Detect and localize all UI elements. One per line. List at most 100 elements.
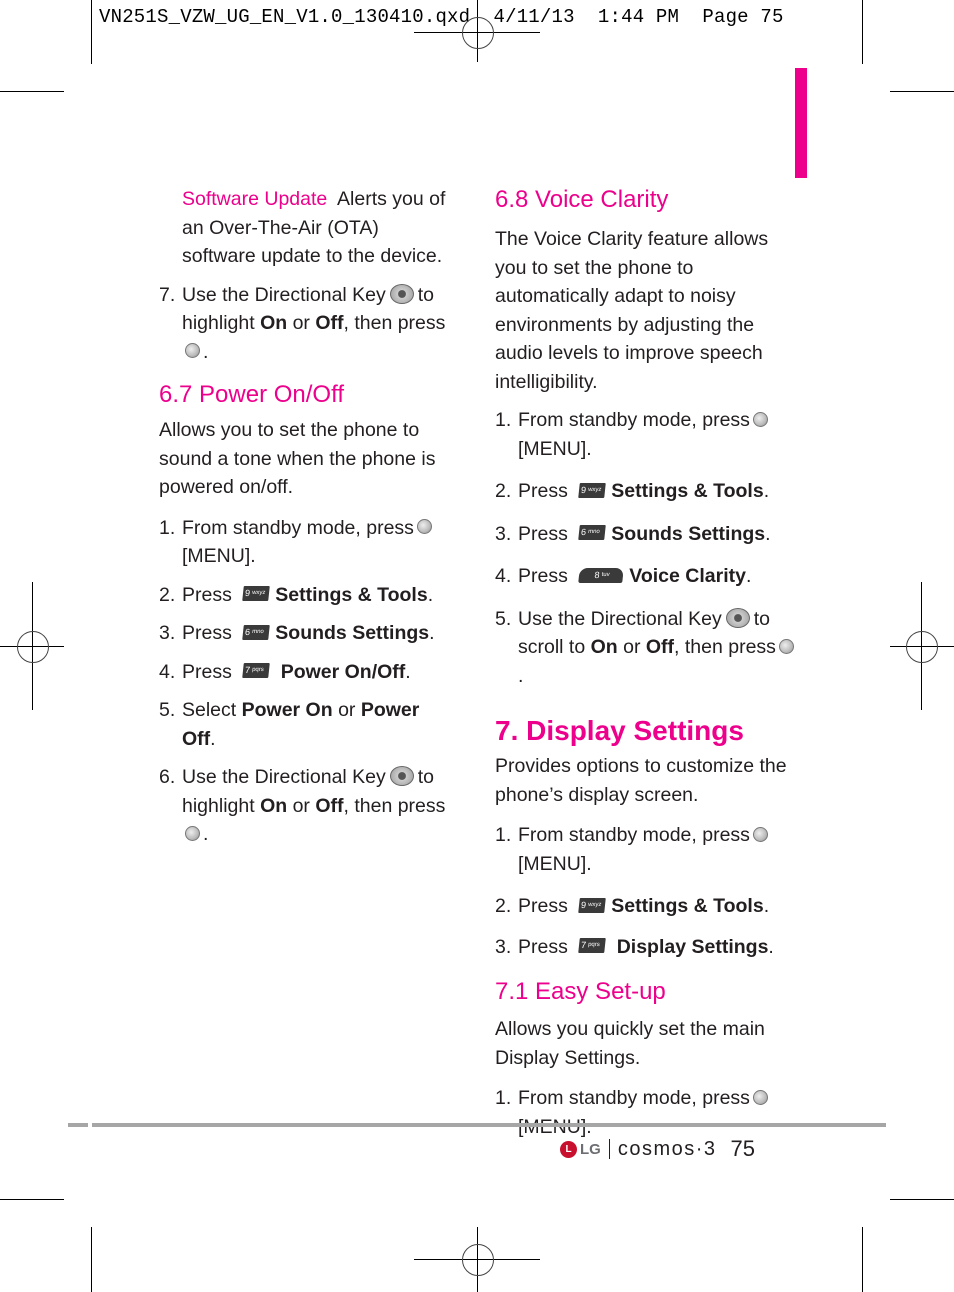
step-text: .: [203, 340, 209, 363]
option-off: Off: [645, 636, 675, 658]
ok-key-icon: [752, 826, 768, 842]
page-footer: L LG cosmos·3 75: [560, 1134, 755, 1164]
option-on: On: [590, 636, 618, 658]
registration-mark: [462, 1244, 494, 1276]
step-item: 1. From standby mode, press [MENU].: [495, 406, 800, 463]
section-heading-voice-clarity: 6.8 Voice Clarity: [495, 186, 669, 213]
step-text: .: [405, 660, 411, 683]
step-text: , then press: [343, 312, 446, 334]
step-text: .: [518, 664, 524, 687]
step-number: 5.: [159, 699, 176, 721]
key-6-icon: 6mno: [242, 624, 271, 640]
key-6-icon: 6mno: [578, 525, 607, 541]
key-9-icon: 9wxyz: [578, 897, 607, 913]
menu-item-name: Voice Clarity: [629, 565, 746, 587]
step-text: Press: [182, 622, 232, 644]
step-text: or: [623, 636, 641, 658]
section-intro: Allows you to set the phone to sound a t…: [159, 419, 436, 498]
step-text: Use the Directional Key: [182, 283, 386, 306]
step-number: 2.: [495, 480, 512, 502]
step-number: 4.: [495, 565, 512, 587]
step-number: 1.: [495, 1087, 512, 1109]
option-on: On: [260, 312, 288, 334]
key-letters: wxyz: [252, 590, 267, 597]
step-text: .: [768, 935, 774, 958]
step-item: 3. Press 6mno Sounds Settings.: [495, 520, 800, 549]
key-digit: 9: [580, 899, 587, 910]
section-heading-power-on-off: 6.7 Power On/Off: [159, 381, 344, 408]
step-text: , then press: [674, 636, 776, 658]
step-text: Press: [518, 565, 568, 587]
step-item: 1. From standby mode, press [MENU].: [495, 1084, 800, 1141]
key-7-icon: 7pqrs: [242, 663, 271, 679]
step-text: .: [429, 622, 435, 644]
step-item: 2. Press 9wxyz Settings & Tools.: [495, 892, 800, 921]
step-number: 3.: [159, 622, 176, 644]
ok-key-icon: [752, 411, 768, 427]
slug-date: 4/11/13: [493, 6, 575, 28]
step-item: 5. Use the Directional Key to scroll to O…: [495, 605, 800, 691]
step-number: 3.: [495, 522, 512, 545]
step-text: , then press: [343, 794, 446, 817]
menu-item-name: Display Settings: [616, 935, 769, 958]
registration-mark: [462, 17, 494, 49]
key-letters: wxyz: [588, 486, 603, 493]
slug-page: Page 75: [702, 6, 784, 28]
step-text: Use the Directional Key: [518, 607, 722, 630]
slug-line: VN251S_VZW_UG_EN_V1.0_130410.qxd 4/11/13…: [99, 6, 784, 28]
crop-mark: [91, 1227, 92, 1292]
key-digit: 9: [580, 484, 587, 495]
step-text: Use the Directional Key: [182, 766, 386, 788]
ok-key-icon: [185, 343, 200, 359]
ok-key-icon: [416, 519, 432, 535]
step-item: 5. Select Power On or Power Off.: [159, 696, 449, 753]
step-text: Press: [182, 583, 232, 606]
menu-item-name: Settings & Tools: [275, 583, 428, 606]
chapter-heading-display-settings: 7. Display Settings: [495, 715, 744, 746]
step-number: 1.: [495, 824, 512, 846]
key-letters: pqrs: [588, 942, 601, 949]
key-letters: pqrs: [252, 667, 265, 674]
step-item: 1. From standby mode, press [MENU].: [495, 821, 800, 878]
option-power-on: Power On: [241, 699, 333, 721]
step-item: 3. Press 6mno Sounds Settings.: [159, 619, 449, 648]
step-number: 1.: [159, 516, 176, 539]
software-update-term: Software Update: [182, 188, 328, 210]
key-9-icon: 9wxyz: [242, 586, 271, 602]
menu-item-name: Sounds Settings: [611, 522, 766, 545]
step-text: Press: [182, 660, 232, 683]
registration-mark: [906, 631, 938, 663]
step-number: 2.: [495, 895, 512, 917]
step-text: .: [427, 583, 434, 606]
directional-key-icon: [389, 766, 414, 787]
step-text: From standby mode, press: [518, 824, 750, 846]
footer-separator: [608, 1139, 610, 1159]
step-item: 4. Press 8tuv Voice Clarity.: [495, 562, 800, 591]
key-letters: mno: [588, 529, 601, 536]
step-number: 6.: [159, 766, 176, 788]
step-text: .: [765, 522, 771, 545]
section-intro: The Voice Clarity feature allows you to …: [495, 228, 769, 393]
key-digit: 7: [244, 665, 251, 676]
lg-logo-icon: L: [560, 1140, 577, 1158]
key-digit: 7: [580, 940, 587, 951]
ok-key-icon: [778, 638, 794, 654]
key-letters: tuv: [601, 571, 611, 578]
ok-key-icon: [752, 1089, 768, 1105]
crop-mark: [91, 0, 92, 64]
registration-mark: [17, 631, 49, 663]
step-number: 1.: [495, 409, 512, 431]
key-9-icon: 9wxyz: [578, 482, 607, 498]
step-text: .: [763, 895, 770, 917]
software-update-definition: Software Update Alerts you of an Over-Th…: [159, 185, 449, 271]
crop-mark: [0, 1199, 64, 1200]
key-7-icon: 7pqrs: [578, 938, 607, 954]
chapter-tab: [795, 68, 807, 178]
step-text: Press: [518, 522, 568, 545]
crop-mark: [0, 91, 64, 92]
step-item: 7. Use the Directional Key to highlight O…: [159, 281, 449, 367]
step-text: .: [745, 565, 752, 587]
directional-key-icon: [725, 607, 750, 628]
section-heading-easy-setup: 7.1 Easy Set-up: [495, 978, 666, 1005]
key-digit: 6: [244, 626, 251, 637]
